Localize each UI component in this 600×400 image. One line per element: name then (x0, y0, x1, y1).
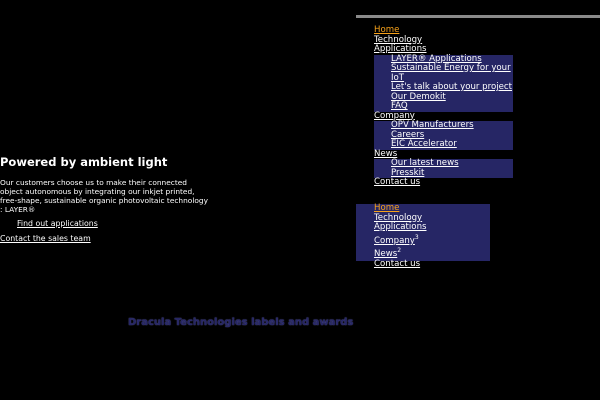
nav-link-home[interactable]: Home (374, 25, 399, 35)
submenu-link-demokit[interactable]: Our Demokit (391, 92, 446, 102)
submenu-item-eic-accelerator[interactable]: EIC Accelerator (391, 139, 513, 150)
mobile-nav-item-contact[interactable]: Contact us (356, 259, 490, 270)
applications-submenu: LAYER® Applications Sustainable Energy f… (374, 54, 513, 112)
mobile-nav-link-technology[interactable]: Technology (374, 213, 422, 223)
submenu-count-badge: 2 (397, 247, 402, 255)
submenu-link-opv-manufacturers[interactable]: OPV Manufacturers (391, 120, 474, 130)
submenu-link-sustainable-energy[interactable]: Sustainable Energy for your IoT (391, 63, 511, 83)
mobile-nav-link-company[interactable]: Company (374, 236, 415, 246)
submenu-link-eic-accelerator[interactable]: EIC Accelerator (391, 139, 457, 149)
nav-item-news[interactable]: News Our latest news Presskit (356, 149, 600, 178)
find-applications-link[interactable]: Find out applications (17, 219, 98, 228)
submenu-link-latest-news[interactable]: Our latest news (391, 158, 459, 168)
mobile-nav-item-news[interactable]: News2 (356, 246, 490, 259)
submenu-item-sustainable-energy[interactable]: Sustainable Energy for your IoT (391, 63, 513, 83)
submenu-count-badge: 3 (414, 233, 419, 241)
nav-item-company[interactable]: Company OPV Manufacturers Careers EIC Ac… (356, 111, 600, 150)
nav-item-contact[interactable]: Contact us (356, 177, 600, 188)
nav-link-applications[interactable]: Applications (374, 44, 427, 54)
submenu-link-faq[interactable]: FAQ (391, 101, 408, 111)
nav-item-applications[interactable]: Applications LAYER® Applications Sustain… (356, 44, 600, 112)
nav-link-company[interactable]: Company (374, 111, 415, 121)
nav-link-news[interactable]: News (374, 149, 397, 159)
hero-description: Our customers choose us to make their co… (0, 178, 208, 214)
company-submenu: OPV Manufacturers Careers EIC Accelerato… (374, 120, 513, 150)
contact-sales-link[interactable]: Contact the sales team (0, 234, 91, 243)
secondary-nav: Home Technology Applications Company3 Ne… (356, 203, 490, 268)
mobile-nav-link-applications[interactable]: Applications (374, 222, 427, 232)
submenu-link-careers[interactable]: Careers (391, 130, 424, 140)
nav-link-technology[interactable]: Technology (374, 35, 422, 45)
mobile-nav-link-contact[interactable]: Contact us (374, 259, 420, 269)
mobile-nav-link-news[interactable]: News (374, 249, 397, 259)
mobile-nav-item-applications[interactable]: Applications (356, 222, 490, 233)
news-submenu: Our latest news Presskit (374, 158, 513, 178)
submenu-item-demokit[interactable]: Our Demokit (391, 92, 513, 103)
nav-link-contact[interactable]: Contact us (374, 177, 420, 187)
top-divider (356, 15, 600, 18)
hero-title: Powered by ambient light (0, 155, 168, 169)
mobile-nav-link-home[interactable]: Home (374, 203, 399, 213)
mobile-nav-item-company[interactable]: Company3 (356, 233, 490, 246)
submenu-link-layer-applications[interactable]: LAYER® Applications (391, 54, 482, 64)
submenu-link-presskit[interactable]: Presskit (391, 168, 424, 178)
labels-awards-heading: Dracula Technologies labels and awards (128, 317, 354, 328)
primary-nav: Home Technology Applications LAYER® Appl… (356, 25, 600, 188)
submenu-link-lets-talk[interactable]: Let's talk about your project (391, 82, 512, 92)
